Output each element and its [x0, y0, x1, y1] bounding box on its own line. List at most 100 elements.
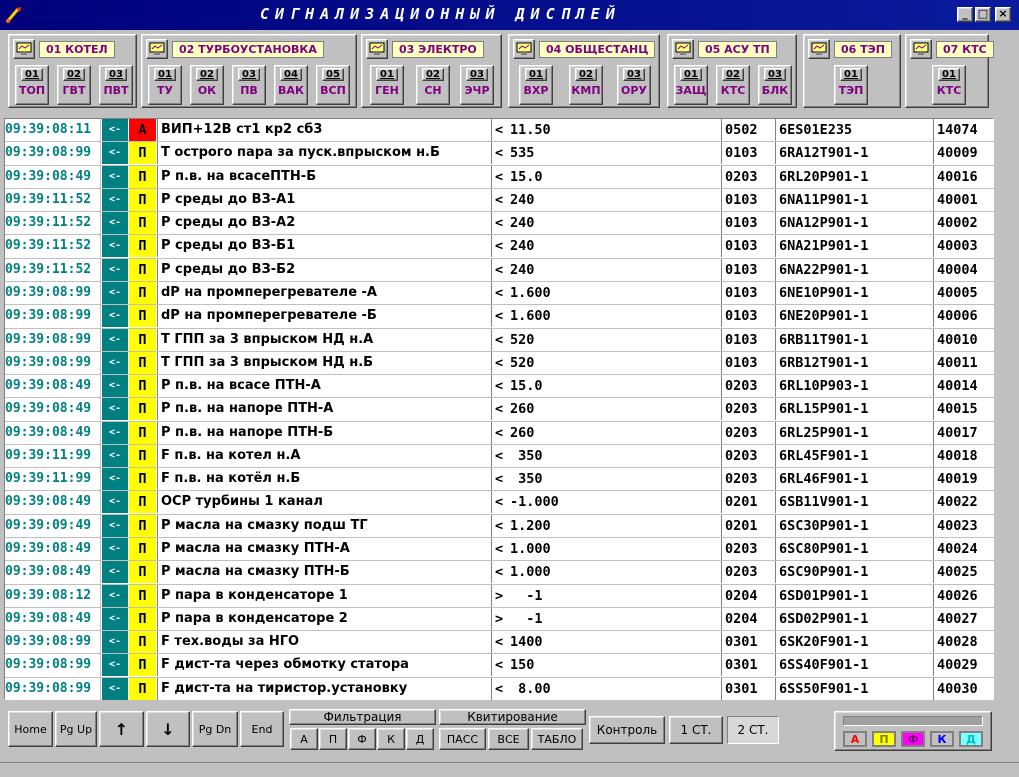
table-row[interactable]: 09:39:08:49 <- П Р п.в. на напоре ПТН-А <260…	[5, 398, 995, 422]
legend-item[interactable]: К	[930, 731, 954, 747]
table-row[interactable]: 09:39:08:99 <- ПdР на промперегревателе -Б…	[5, 305, 995, 329]
ack-button[interactable]: ТАБЛО	[531, 728, 583, 750]
minimize-button[interactable]: _	[957, 7, 973, 22]
subsystem-button[interactable]: 01 ЗАЩ	[674, 65, 708, 105]
station-1-button[interactable]: 1 СТ.	[669, 716, 723, 744]
subsystem-button[interactable]: 03 ОРУ	[617, 65, 651, 105]
table-row[interactable]: 09:39:11:52 <- П Р среды до ВЗ-А1 <240 0103 6N…	[5, 188, 995, 213]
table-row[interactable]: 09:39:08:49 <- П ОСР турбины 1 канал < -1.000…	[5, 491, 995, 515]
arrow-down-button[interactable]: ↓	[146, 711, 190, 747]
page-up-button[interactable]: Pg Up	[55, 711, 97, 747]
table-row[interactable]: 09:39:11:52 <- П Р среды до ВЗ-А2 <240 0103 6N…	[5, 212, 995, 236]
legend-item[interactable]: Ф	[901, 731, 925, 747]
group-header[interactable]: 07 КТС	[910, 38, 994, 60]
arrow-up-button[interactable]: ↑	[99, 711, 144, 747]
table-row[interactable]: 09:39:11:52 <- П Р среды до ВЗ-Б1 <240 0103 6N…	[5, 235, 995, 259]
table-row[interactable]: 09:39:08:49 <- П Р п.в. на всасеПТН-Б <15.0 0…	[5, 165, 995, 189]
monitor-icon[interactable]	[808, 39, 830, 59]
group-code: 0203	[721, 468, 775, 491]
close-button[interactable]: ×	[995, 7, 1011, 22]
table-row[interactable]: 09:39:08:12 <- П Р пара в конденсаторе 1 > -…	[5, 584, 995, 608]
subsystem-label: ОК	[197, 84, 217, 97]
subsystem-label: ЗАЩ	[675, 84, 707, 97]
group-code: 0103	[721, 305, 775, 328]
table-row[interactable]: 09:39:08:99 <- П F тех.воды за НГО <1400 0301…	[5, 631, 995, 655]
signal-value: 240	[510, 191, 535, 208]
subsystem-button[interactable]: 05 ВСП	[316, 65, 350, 105]
subsystem-button[interactable]: 04 ВАК	[274, 65, 308, 105]
group-header[interactable]: 06 ТЭП	[808, 38, 892, 60]
filter-button[interactable]: А	[290, 728, 318, 750]
subsystem-button[interactable]: 03 ПВ	[232, 65, 266, 105]
subsystem-button[interactable]: 03 БЛК	[758, 65, 792, 105]
ack-label: Квитирование	[439, 709, 586, 725]
subsystem-number: 02	[63, 68, 85, 81]
monitor-icon[interactable]	[146, 39, 168, 59]
monitor-icon[interactable]	[672, 39, 694, 59]
table-row[interactable]: 09:39:08:99 <- П F дист-та на тиристор.уста…	[5, 677, 995, 702]
filter-button[interactable]: К	[377, 728, 405, 750]
table-row[interactable]: 09:39:08:49 <- П Р масла на смазку ПТН-Б <1.…	[5, 561, 995, 585]
filter-button[interactable]: Д	[406, 728, 434, 750]
table-row[interactable]: 09:39:11:99 <- П F п.в. на котёл н.Б < 350 02…	[5, 468, 995, 492]
table-row[interactable]: 09:39:08:99 <- П Т ГПП за 3 впрыском НД н.Б…	[5, 351, 995, 376]
table-row[interactable]: 09:39:08:99 <- П F дист-та через обмотку ст…	[5, 654, 995, 678]
subsystem-button[interactable]: 01 КТС	[932, 65, 966, 105]
monitor-icon[interactable]	[366, 39, 388, 59]
station-2-button[interactable]: 2 СТ.	[727, 716, 779, 744]
filter-button[interactable]: Ф	[348, 728, 376, 750]
group-header[interactable]: 03 ЭЛЕКТРО	[366, 38, 484, 60]
table-row[interactable]: 09:39:08:49 <- П Р пара в конденсаторе 2 > -…	[5, 607, 995, 632]
subsystem-button[interactable]: 02 ГВТ	[57, 65, 91, 105]
group-header[interactable]: 05 АСУ ТП	[672, 38, 777, 60]
subsystem-button[interactable]: 02 КМП	[569, 65, 603, 105]
table-row[interactable]: 09:39:11:52 <- П Р среды до ВЗ-Б2 <240 0103 6N…	[5, 258, 995, 282]
maximize-button[interactable]: □	[975, 7, 991, 22]
home-button[interactable]: Home	[8, 711, 53, 747]
comparison-sign: <	[491, 351, 507, 374]
subsystem-button[interactable]: 01 ТУ	[148, 65, 182, 105]
monitor-icon[interactable]	[910, 39, 932, 59]
table-row[interactable]: 09:39:08:99 <- П Т ГПП за 3 впрыском НД н.А…	[5, 328, 995, 352]
table-row[interactable]: 09:39:08:49 <- П Р п.в. на всасе ПТН-А <15.0…	[5, 375, 995, 399]
group-header[interactable]: 01 КОТЕЛ	[13, 38, 115, 60]
subsystem-button[interactable]: 01 ТЭП	[834, 65, 868, 105]
monitor-icon[interactable]	[513, 39, 535, 59]
legend-item[interactable]: Д	[959, 731, 983, 747]
control-button[interactable]: Контроль	[589, 716, 665, 744]
subsystem-number: 02	[575, 68, 597, 81]
group-header[interactable]: 02 ТУРБОУСТАНОВКА	[146, 38, 324, 60]
filter-button[interactable]: П	[319, 728, 347, 750]
subsystem-button[interactable]: 03 ПВТ	[99, 65, 133, 105]
comparison-sign: <	[491, 561, 507, 584]
monitor-icon[interactable]	[13, 39, 35, 59]
ack-button[interactable]: ВСЕ	[488, 728, 529, 750]
signal-value: 1.000	[510, 564, 551, 581]
table-row[interactable]: 09:39:08:99 <- П Т острого пара за пуск.впр…	[5, 142, 995, 166]
ack-button[interactable]: ПАСС	[439, 728, 486, 750]
subsystem-button[interactable]: 01 ГЕН	[370, 65, 404, 105]
group-header[interactable]: 04 ОБЩЕСТАНЦ	[513, 38, 656, 60]
subsystem-label: ТЭП	[838, 84, 864, 97]
table-row[interactable]: 09:39:08:11 <- А ВИП+12В ст1 кр2 сб3 <11.50 0…	[5, 119, 995, 143]
subsystem-button[interactable]: 01 ВХР	[519, 65, 553, 105]
table-row[interactable]: 09:39:11:99 <- П F п.в. на котел н.А < 350 02…	[5, 444, 995, 469]
comparison-sign: <	[491, 375, 507, 398]
end-button[interactable]: End	[240, 711, 284, 747]
table-row[interactable]: 09:39:08:99 <- ПdР на промперегревателе -А…	[5, 281, 995, 306]
group-code: 0301	[721, 631, 775, 654]
table-row[interactable]: 09:39:08:49 <- П Р п.в. на напоре ПТН-Б <260…	[5, 421, 995, 445]
page-down-button[interactable]: Pg Dn	[192, 711, 238, 747]
kks-code: 6NE10P901-1	[775, 281, 933, 304]
table-row[interactable]: 09:39:08:49 <- П Р масла на смазку ПТН-А <1.…	[5, 538, 995, 562]
legend-item[interactable]: П	[872, 731, 896, 747]
subsystem-button[interactable]: 01 ТОП	[15, 65, 49, 105]
subsystem-button[interactable]: 02 КТС	[716, 65, 750, 105]
subsystem-button[interactable]: 02 СН	[416, 65, 450, 105]
event-time: 09:39:08:49	[5, 398, 101, 421]
legend-item[interactable]: А	[843, 731, 867, 747]
table-row[interactable]: 09:39:09:49 <- П Р масла на смазку подш ТГ <…	[5, 514, 995, 539]
subsystem-button[interactable]: 02 ОК	[190, 65, 224, 105]
group-code: 0301	[721, 654, 775, 677]
subsystem-button[interactable]: 03 ЭЧР	[460, 65, 494, 105]
